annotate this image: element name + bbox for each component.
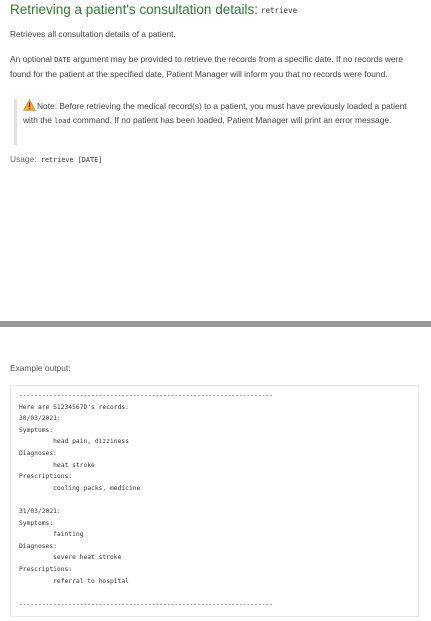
load-command: load <box>54 116 71 125</box>
note-part2: command. If no patient has been loaded, … <box>70 114 392 125</box>
section-heading: Retrieving a patient's consultation deta… <box>10 2 297 17</box>
usage-line: Usage: retrieve [DATE] <box>10 153 102 168</box>
warning-icon <box>23 99 36 111</box>
summary-text: Retrieves all consultation details of a … <box>10 29 176 39</box>
section-divider <box>0 321 431 327</box>
example-output-text: ----------------------------------------… <box>19 392 274 608</box>
description-part1: An optional <box>10 54 55 64</box>
docs-page: Retrieving a patient's consultation deta… <box>0 0 431 621</box>
note-callout: Note: Before retrieving the medical reco… <box>14 99 419 145</box>
heading-command: retrieve <box>260 6 298 15</box>
example-output-block: ----------------------------------------… <box>10 385 419 617</box>
date-arg: DATE <box>54 56 71 64</box>
description-text: An optional DATE argument may be provide… <box>10 53 422 81</box>
example-label: Example output: <box>10 363 71 373</box>
usage-label: Usage: <box>10 154 37 164</box>
usage-syntax: retrieve [DATE] <box>40 156 103 164</box>
heading-title: Retrieving a patient's consultation deta… <box>10 2 258 17</box>
